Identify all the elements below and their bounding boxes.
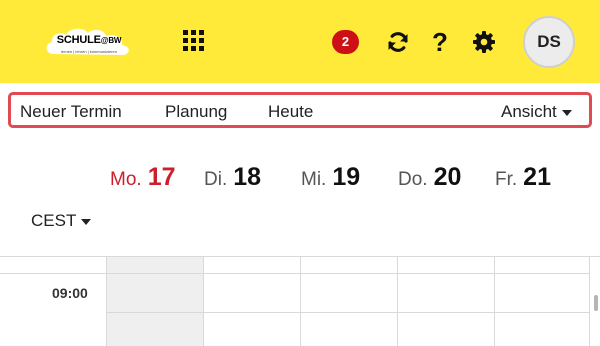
caret-down-icon xyxy=(81,218,92,225)
day-header-thursday[interactable]: Do. 20 xyxy=(398,163,461,192)
day-headers: Mo. 17 Di. 18 Mi. 19 Do. 20 Fr. 21 xyxy=(0,163,600,193)
view-dropdown-label: Ansicht xyxy=(501,102,557,121)
calendar-toolbar: Neuer Termin Planung Heute Ansicht xyxy=(8,92,592,128)
apps-grid-icon[interactable] xyxy=(183,30,205,52)
sync-icon[interactable] xyxy=(384,28,412,56)
settings-gear-icon[interactable] xyxy=(470,28,498,56)
help-icon[interactable]: ? xyxy=(426,28,454,56)
logo-subtitle: lernen | lehren | kommunizieren xyxy=(61,49,117,54)
grid-half-hour-line xyxy=(106,312,590,313)
day-header-tuesday[interactable]: Di. 18 xyxy=(204,163,261,192)
user-avatar[interactable]: DS xyxy=(523,16,575,68)
time-label-0900: 09:00 xyxy=(52,285,88,301)
day-header-wednesday[interactable]: Mi. 19 xyxy=(301,163,360,192)
new-appointment-button[interactable]: Neuer Termin xyxy=(20,102,122,122)
planning-button[interactable]: Planung xyxy=(165,102,227,122)
grid-hour-line xyxy=(0,273,590,274)
day-header-monday[interactable]: Mo. 17 xyxy=(110,163,176,192)
timezone-label: CEST xyxy=(31,211,77,230)
logo-title: SCHULE@BW xyxy=(56,34,122,46)
notifications-badge[interactable]: 2 xyxy=(332,30,359,54)
top-header: SCHULE@BW lernen | lehren | kommuniziere… xyxy=(0,0,600,83)
schule-bw-logo[interactable]: SCHULE@BW lernen | lehren | kommuniziere… xyxy=(42,24,134,62)
calendar-grid xyxy=(0,256,600,346)
vertical-scrollbar[interactable] xyxy=(594,295,598,311)
day-header-friday[interactable]: Fr. 21 xyxy=(495,163,551,192)
today-button[interactable]: Heute xyxy=(268,102,313,122)
view-dropdown[interactable]: Ansicht xyxy=(501,102,572,122)
caret-down-icon xyxy=(561,109,572,116)
timezone-dropdown[interactable]: CEST xyxy=(31,211,92,231)
today-column[interactable] xyxy=(106,257,203,346)
